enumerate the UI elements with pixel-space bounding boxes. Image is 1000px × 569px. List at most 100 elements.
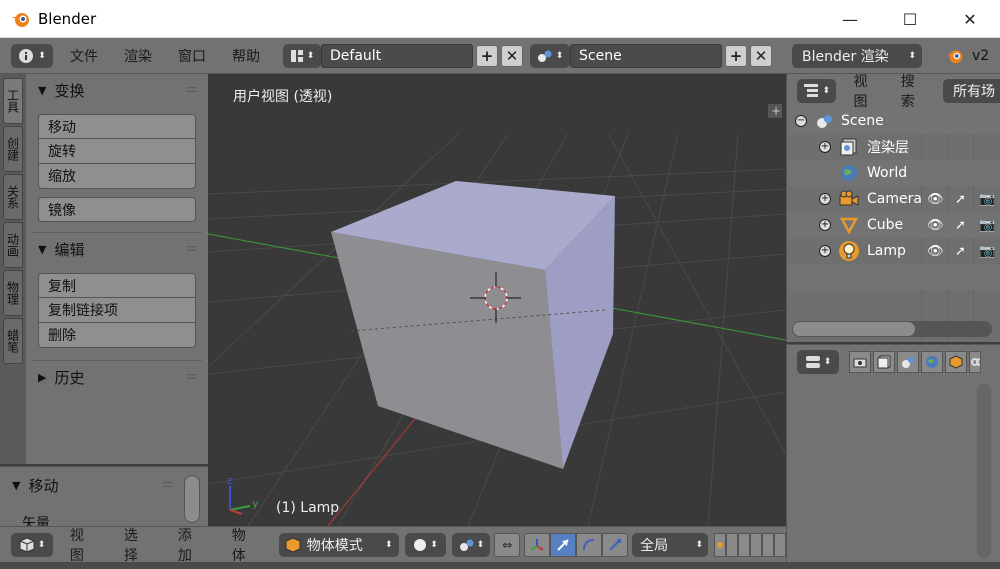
render-tab-icon[interactable] xyxy=(849,350,871,373)
panel-grip-icon[interactable]: :::: xyxy=(187,371,198,382)
translate-manipulator-button[interactable] xyxy=(550,532,577,557)
scene-tab-icon[interactable] xyxy=(897,350,919,373)
menu-object[interactable]: 物体 xyxy=(219,525,273,565)
panel-grip-icon[interactable]: :::: xyxy=(187,243,198,254)
outliner-horizontal-scrollbar[interactable] xyxy=(792,321,992,337)
remove-layout-button[interactable]: ✕ xyxy=(501,44,523,67)
outliner-empty-row xyxy=(787,290,1000,316)
delete-button[interactable]: 删除 xyxy=(38,323,196,348)
outliner-item-label: Lamp xyxy=(867,243,906,259)
rotate-button[interactable]: 旋转 xyxy=(38,139,196,164)
menu-render[interactable]: 渲染 xyxy=(111,46,165,66)
outliner-row-cube[interactable]: + Cube 👁 ➚ 📷 xyxy=(787,212,1000,238)
layout-name-field[interactable]: Default xyxy=(321,43,473,68)
tab-create[interactable]: 创建 xyxy=(3,126,23,172)
operator-panel-header[interactable]: ▼ 移动 xyxy=(12,475,58,496)
manipulator-toggle[interactable] xyxy=(524,532,551,557)
scene-selector[interactable]: ⬍ xyxy=(530,43,570,68)
properties-editor-type-button[interactable]: ⬍ xyxy=(797,349,839,374)
editor-type-button[interactable]: ⬍ xyxy=(11,43,53,68)
pivot-selector[interactable]: ⬍ xyxy=(452,532,491,557)
panel-grip-icon[interactable]: :::: xyxy=(187,84,198,95)
remove-scene-button[interactable]: ✕ xyxy=(750,44,772,67)
menu-add[interactable]: 添加 xyxy=(165,525,219,565)
outliner-item-label: Scene xyxy=(841,113,884,129)
scale-manipulator-button[interactable] xyxy=(602,532,629,557)
render-camera-icon[interactable]: 📷 xyxy=(979,218,995,233)
eye-icon[interactable]: 👁 xyxy=(927,218,944,233)
3d-viewport[interactable]: z y + 用户视图 (透视) (1) Lamp xyxy=(208,74,786,526)
menu-file[interactable]: 文件 xyxy=(57,46,111,66)
history-panel-header[interactable]: ▶ 历史 xyxy=(38,367,84,388)
expand-icon[interactable]: + xyxy=(819,245,831,257)
outliner-row-world[interactable]: World xyxy=(787,160,1000,186)
tab-physics[interactable]: 物理 xyxy=(3,270,23,316)
properties-scrollbar[interactable] xyxy=(977,384,991,558)
edit-panel-header[interactable]: ▼ 编辑 xyxy=(38,239,84,260)
collapse-icon[interactable]: − xyxy=(795,115,807,127)
tab-grease-pencil[interactable]: 蜡笔 xyxy=(3,318,23,364)
timeline-strip[interactable] xyxy=(0,562,1000,569)
scale-button[interactable]: 缩放 xyxy=(38,164,196,189)
cursor-select-icon[interactable]: ➚ xyxy=(955,218,966,233)
editor-type-button[interactable]: ⬍ xyxy=(11,532,53,557)
chevron-updown-icon: ⬍ xyxy=(38,50,46,61)
minimize-button[interactable]: — xyxy=(820,0,880,38)
move-button[interactable]: 移动 xyxy=(38,114,196,139)
transform-orientation-selector[interactable]: 全局 ⬍ xyxy=(632,532,708,557)
menu-view[interactable]: 视图 xyxy=(57,525,111,565)
close-button[interactable]: ✕ xyxy=(940,0,1000,38)
scrollbar-thumb[interactable] xyxy=(793,322,915,336)
mode-selector[interactable]: 物体模式 ⬍ xyxy=(278,532,399,557)
tab-relations[interactable]: 关系 xyxy=(3,174,23,220)
eye-icon[interactable]: 👁 xyxy=(927,244,944,259)
constraints-tab-icon[interactable] xyxy=(969,350,981,373)
cursor-select-icon[interactable]: ➚ xyxy=(955,192,966,207)
layer-buttons[interactable] xyxy=(714,532,786,557)
expand-icon[interactable]: + xyxy=(819,219,831,231)
scene-name-field[interactable]: Scene xyxy=(570,43,722,68)
render-camera-icon[interactable]: 📷 xyxy=(979,192,995,207)
duplicate-button[interactable]: 复制 xyxy=(38,273,196,298)
expand-icon[interactable]: + xyxy=(819,193,831,205)
rotate-manipulator-button[interactable] xyxy=(576,532,603,557)
render-camera-icon[interactable]: 📷 xyxy=(979,244,995,259)
add-scene-button[interactable]: + xyxy=(725,44,747,67)
info-header: ⬍ 文件 渲染 窗口 帮助 ⬍ Default + ✕ ⬍ Scene + ✕ … xyxy=(0,38,1000,74)
pivot-center-toggle[interactable]: ⇔ xyxy=(494,532,521,557)
tab-animation[interactable]: 动画 xyxy=(3,222,23,268)
outliner-row-render-layers[interactable]: + 渲染层 xyxy=(787,134,1000,160)
active-object-label: (1) Lamp xyxy=(276,500,340,516)
operator-scrollbar[interactable] xyxy=(184,475,200,523)
shading-selector[interactable]: ⬍ xyxy=(404,532,447,557)
chevron-updown-icon: ⬍ xyxy=(823,356,832,367)
outliner-filter-selector[interactable]: 所有场 xyxy=(943,79,1000,103)
maximize-button[interactable]: ☐ xyxy=(880,0,940,38)
render-engine-selector[interactable]: Blender 渲染 ⬍ xyxy=(792,43,922,68)
outliner-row-lamp[interactable]: + Lamp 👁 ➚ 📷 xyxy=(787,238,1000,264)
chevron-updown-icon: ⬍ xyxy=(476,539,485,550)
object-tab-icon[interactable] xyxy=(945,350,967,373)
outliner-menu-search[interactable]: 搜索 xyxy=(893,71,935,111)
menu-window[interactable]: 窗口 xyxy=(165,46,219,66)
menu-select[interactable]: 选择 xyxy=(111,525,165,565)
world-tab-icon[interactable] xyxy=(921,350,943,373)
render-layers-tab-icon[interactable] xyxy=(873,350,895,373)
expand-icon[interactable]: + xyxy=(819,141,831,153)
cursor-select-icon[interactable]: ➚ xyxy=(955,244,966,259)
eye-icon[interactable]: 👁 xyxy=(927,192,944,207)
add-layout-button[interactable]: + xyxy=(476,44,498,67)
transform-panel-header[interactable]: ▼ 变换 xyxy=(38,80,84,101)
outliner-editor-type-button[interactable]: ⬍ xyxy=(797,79,837,103)
triangle-right-icon: ▶ xyxy=(38,371,47,384)
blender-logo-icon xyxy=(12,12,29,27)
screen-layout-selector[interactable]: ⬍ xyxy=(283,43,321,68)
panel-grip-icon[interactable]: :::: xyxy=(163,479,174,490)
menu-help[interactable]: 帮助 xyxy=(219,46,273,66)
duplicate-linked-button[interactable]: 复制链接项 xyxy=(38,298,196,323)
mirror-button[interactable]: 镜像 xyxy=(38,197,196,222)
tab-tools[interactable]: 工具 xyxy=(3,78,23,124)
outliner-row-camera[interactable]: + Camera 👁 ➚ 📷 xyxy=(787,186,1000,212)
outliner-row-scene[interactable]: − Scene xyxy=(787,108,1000,134)
outliner-menu-view[interactable]: 视图 xyxy=(840,71,892,111)
